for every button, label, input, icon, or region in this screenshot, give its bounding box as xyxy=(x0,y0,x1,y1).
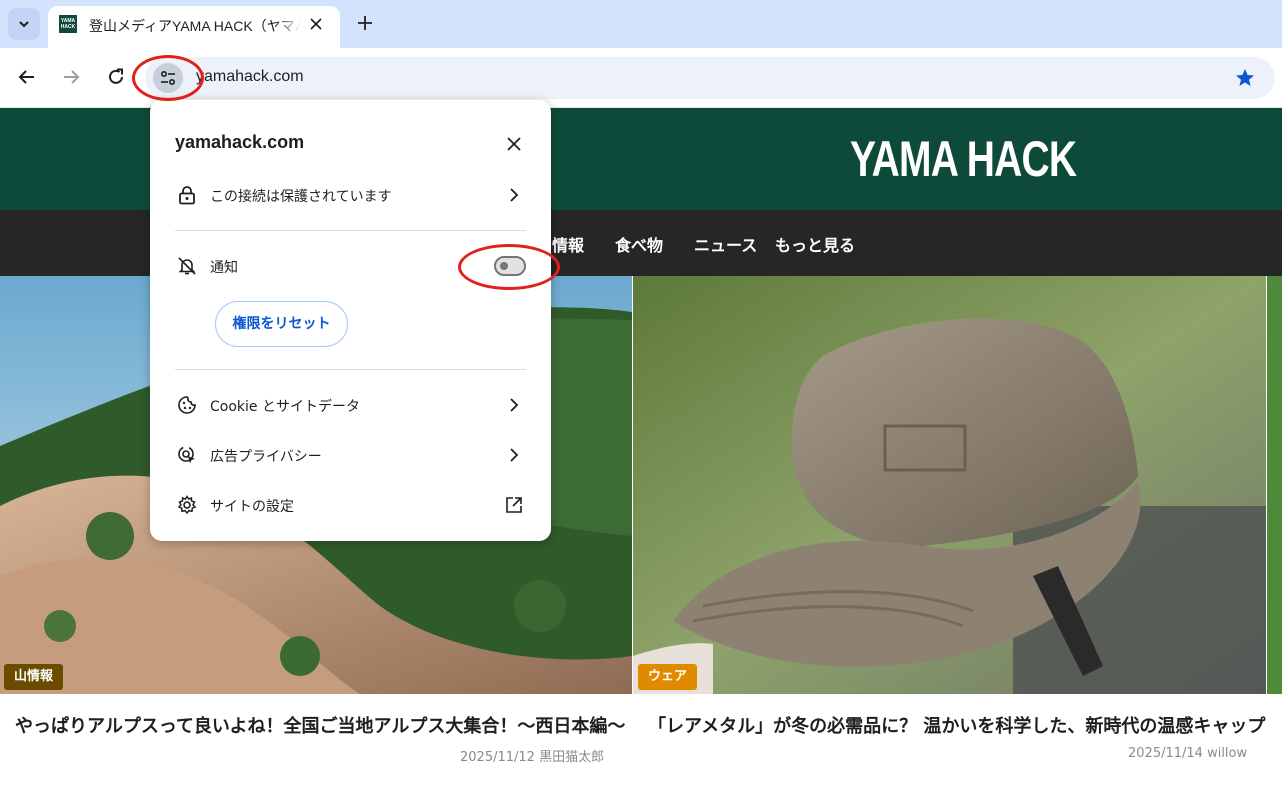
nav-item-info[interactable]: 情報 xyxy=(552,232,584,256)
article-date: 2025/11/12 xyxy=(460,750,535,765)
category-tag[interactable]: 山情報 xyxy=(4,664,64,690)
connection-row[interactable]: この接続は保護されています xyxy=(150,173,551,217)
back-button[interactable] xyxy=(12,62,42,92)
connection-label: この接続は保護されています xyxy=(210,189,392,205)
chevron-right-icon xyxy=(502,443,526,467)
site-info-popup: yamahack.com この接続は保護されています 通知 権限をリセット Co… xyxy=(150,100,551,541)
site-info-button[interactable] xyxy=(153,63,183,93)
plus-icon xyxy=(358,16,372,30)
nav-item-food[interactable]: 食べ物 xyxy=(615,232,663,256)
article-author[interactable]: 黒田猫太郎 xyxy=(539,750,604,765)
site-settings-row[interactable]: サイトの設定 xyxy=(150,483,551,527)
article-image-partial[interactable] xyxy=(1267,276,1282,694)
article-card[interactable]: ウェア 「レアメタル」が冬の必需品に？ 温かいを科学した、新時代の温感キャップ … xyxy=(633,276,1266,807)
toggle-knob xyxy=(500,262,508,270)
arrow-left-icon xyxy=(18,70,34,84)
cookie-label: Cookie とサイトデータ xyxy=(210,399,360,415)
article-title[interactable]: やっぱりアルプスって良いよね！全国ご当地アルプス大集合！～西日本編～ xyxy=(15,712,625,738)
chevron-right-icon xyxy=(502,183,526,207)
cookie-icon xyxy=(175,393,199,417)
notifications-toggle[interactable] xyxy=(494,256,526,276)
divider xyxy=(175,230,526,231)
article-meta: 2025/11/14 willow xyxy=(1128,746,1247,761)
divider xyxy=(175,369,526,370)
reload-icon xyxy=(109,68,123,84)
tab-title: 登山メディアYAMA HACK（ヤマハック） xyxy=(89,18,301,34)
article-image[interactable] xyxy=(633,276,1266,694)
popup-domain: yamahack.com xyxy=(175,132,305,152)
tab-strip: YAMA HACK 登山メディアYAMA HACK（ヤマハック） xyxy=(0,0,1282,48)
ad-privacy-label: 広告プライバシー xyxy=(210,449,322,465)
active-tab[interactable]: YAMA HACK 登山メディアYAMA HACK（ヤマハック） xyxy=(48,6,340,48)
nav-item-more[interactable]: もっと見る xyxy=(775,232,855,256)
article-title[interactable]: 「レアメタル」が冬の必需品に？ 温かいを科学した、新時代の温感キャップ xyxy=(648,712,1265,738)
article-meta: 2025/11/12 黒田猫太郎 xyxy=(460,746,604,765)
notifications-label: 通知 xyxy=(210,260,238,276)
gear-icon xyxy=(175,493,199,517)
address-bar[interactable]: yamahack.com xyxy=(145,57,1275,99)
arrow-right-icon xyxy=(64,70,80,84)
category-tag[interactable]: ウェア xyxy=(638,664,698,690)
url-text[interactable]: yamahack.com xyxy=(196,68,304,86)
tab-close-button[interactable] xyxy=(306,14,326,34)
tab-search-button[interactable] xyxy=(8,8,40,40)
nav-item-news[interactable]: ニュース xyxy=(694,232,757,256)
ad-privacy-row[interactable]: 広告プライバシー xyxy=(150,433,551,477)
tune-icon xyxy=(160,70,176,86)
external-link-icon xyxy=(502,493,526,517)
bookmark-star-button[interactable] xyxy=(1233,66,1257,90)
site-logo[interactable]: YAMA HACK xyxy=(850,132,1077,186)
reload-button[interactable] xyxy=(101,62,131,92)
article-date: 2025/11/14 xyxy=(1128,746,1203,761)
popup-close-button[interactable] xyxy=(502,132,526,156)
browser-toolbar: yamahack.com xyxy=(0,48,1282,108)
chevron-down-icon xyxy=(19,21,29,28)
close-icon xyxy=(310,18,322,30)
chevron-right-icon xyxy=(502,393,526,417)
lock-icon xyxy=(175,183,199,207)
notifications-off-icon xyxy=(175,254,199,278)
favicon: YAMA HACK xyxy=(59,15,77,33)
cookie-row[interactable]: Cookie とサイトデータ xyxy=(150,383,551,427)
article-author[interactable]: willow xyxy=(1207,746,1247,761)
star-icon xyxy=(1236,69,1254,86)
close-icon xyxy=(507,137,521,151)
ad-privacy-icon xyxy=(175,443,199,467)
forward-button[interactable] xyxy=(56,62,86,92)
reset-permissions-button[interactable]: 権限をリセット xyxy=(215,301,348,347)
site-settings-label: サイトの設定 xyxy=(210,499,294,515)
notifications-row: 通知 xyxy=(150,244,551,288)
new-tab-button[interactable] xyxy=(352,10,378,36)
